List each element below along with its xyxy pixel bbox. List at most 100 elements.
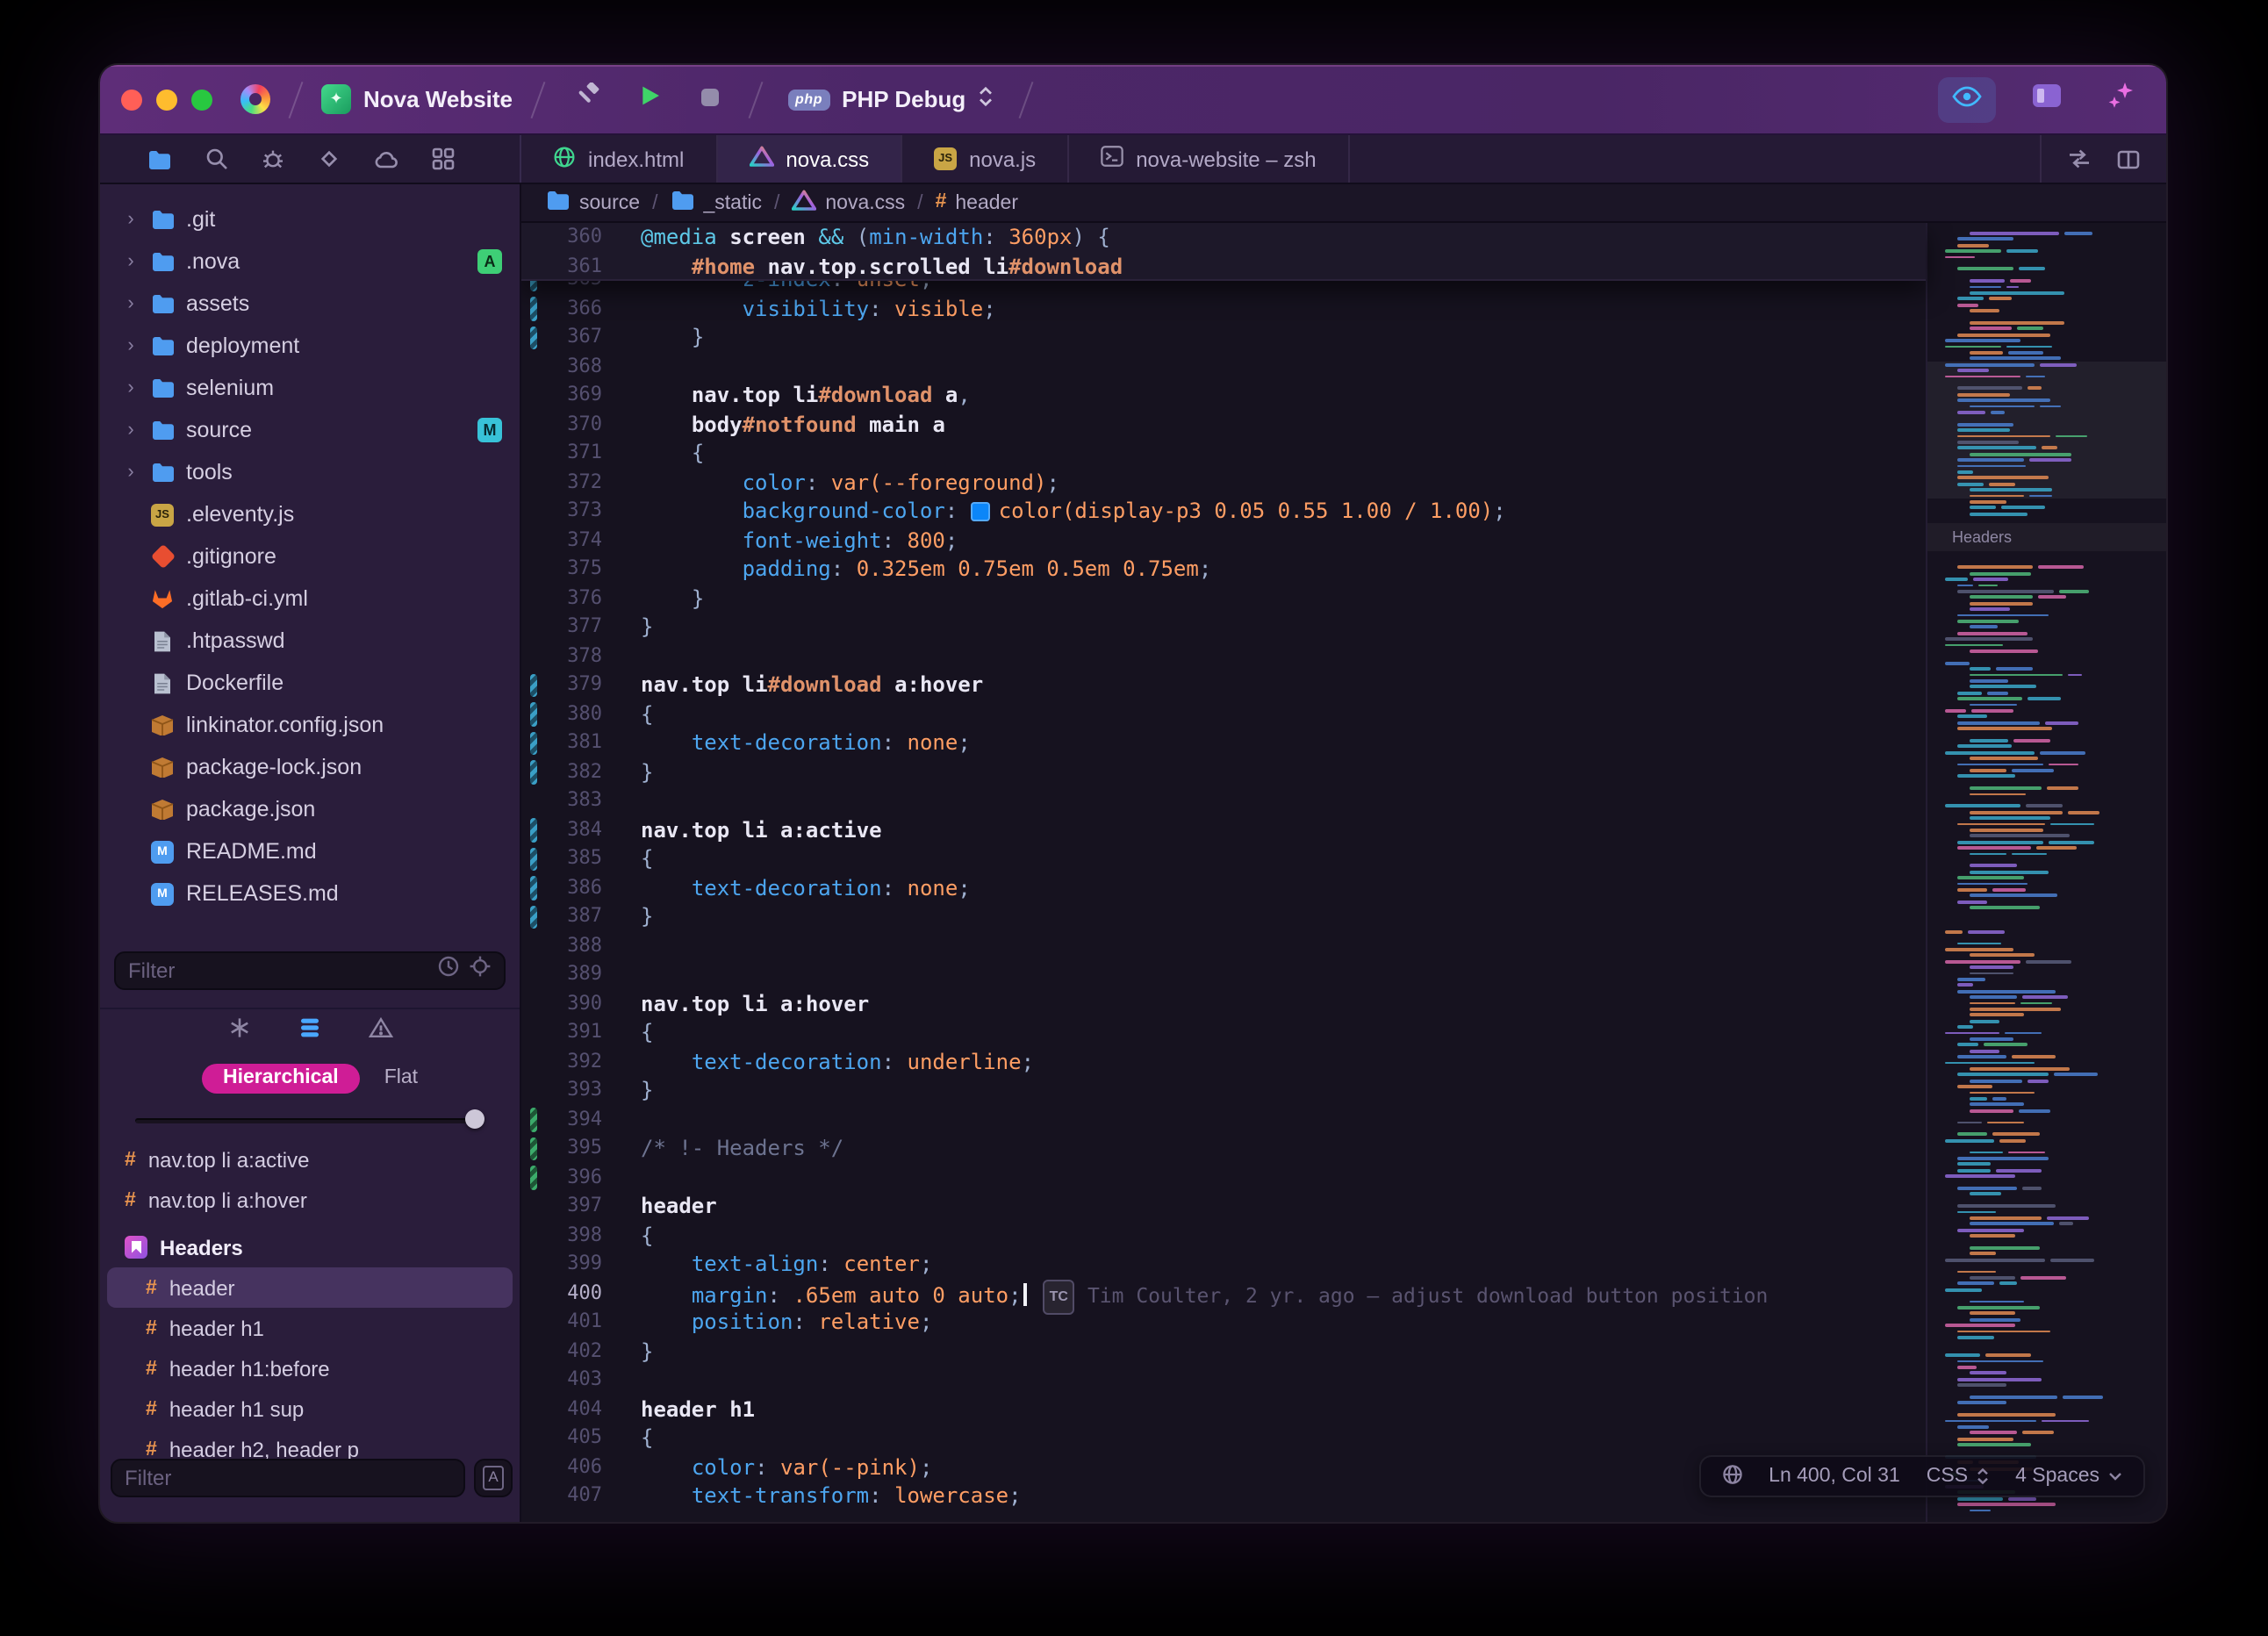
swap-arrows-icon[interactable] [2068, 147, 2091, 170]
file-tree-item[interactable]: › .nova A [100, 240, 520, 283]
file-tree-item[interactable]: › assets [100, 283, 520, 325]
symbol-item[interactable]: # header [107, 1267, 513, 1308]
symbol-item[interactable]: # nav.top li a:active [107, 1139, 513, 1180]
code-line[interactable]: 371 { [521, 439, 1926, 468]
breadcrumb-item[interactable]: nova.css [792, 190, 905, 216]
file-tree-item[interactable]: › .git [100, 198, 520, 240]
code-line[interactable]: 377} [521, 613, 1926, 642]
code-line[interactable]: 390 nav.top li a:hover [521, 989, 1926, 1018]
file-tree-item[interactable]: Dockerfile [100, 662, 520, 704]
file-tree-item[interactable]: JS .eleventy.js [100, 493, 520, 535]
indent-selector[interactable]: 4 Spaces [2015, 1466, 2122, 1487]
recent-clock-icon[interactable] [437, 955, 460, 987]
run-button[interactable] [628, 83, 672, 115]
symbol-item[interactable]: # header h1 sup [107, 1388, 513, 1429]
files-sidebar-icon[interactable] [147, 148, 172, 169]
code-line[interactable]: 388 [521, 931, 1926, 960]
file-tree-item[interactable]: package-lock.json [100, 746, 520, 788]
code-line[interactable]: 383 [521, 786, 1926, 815]
filter-options-button[interactable]: A [474, 1459, 513, 1497]
code-line[interactable]: 403 [521, 1366, 1926, 1395]
code-line[interactable]: 399 text-align: center; [521, 1250, 1926, 1279]
code-editor[interactable]: 365 z-index: unset;366 visibility: visib… [521, 223, 2166, 1522]
disclosure-chevron-icon[interactable]: › [123, 209, 139, 229]
disclosure-chevron-icon[interactable]: › [123, 420, 139, 440]
code-line[interactable]: 375 padding: 0.325em 0.75em 0.5em 0.75em… [521, 555, 1926, 584]
code-line[interactable]: 369 nav.top li#download a, [521, 381, 1926, 410]
code-line[interactable]: 376 } [521, 584, 1926, 613]
color-swatch[interactable] [970, 501, 990, 520]
code-line[interactable]: 384 nav.top li a:active [521, 815, 1926, 844]
symbol-item[interactable]: # header h1 [107, 1308, 513, 1348]
bug-icon[interactable] [262, 147, 284, 170]
run-config-selector[interactable]: php PHP Debug [781, 83, 1001, 115]
symbols-depth-slider[interactable] [135, 1101, 484, 1139]
code-line[interactable]: 387} [521, 902, 1926, 931]
code-line[interactable]: 382} [521, 757, 1926, 786]
file-tree-item[interactable]: .htpasswd [100, 620, 520, 662]
file-tree-item[interactable]: package.json [100, 788, 520, 830]
code-line[interactable]: 398 { [521, 1221, 1926, 1250]
symbols-stack-icon[interactable] [298, 1016, 320, 1048]
code-line[interactable]: 372 color: var(--foreground); [521, 468, 1926, 497]
clips-icon[interactable] [318, 147, 341, 170]
hierarchical-toggle[interactable]: Hierarchical [201, 1063, 360, 1093]
file-tree-item[interactable]: › deployment [100, 325, 520, 367]
code-line[interactable]: 381 text-decoration: none; [521, 728, 1926, 757]
zoom-button[interactable] [191, 89, 212, 110]
file-tree-item[interactable]: › source M [100, 409, 520, 451]
code-line[interactable]: 392 text-decoration: underline; [521, 1047, 1926, 1076]
symbol-item[interactable]: Headers [107, 1227, 513, 1267]
file-tree-item[interactable]: › tools [100, 451, 520, 493]
split-view-icon[interactable] [2117, 148, 2140, 169]
code-line[interactable]: 401 position: relative; [521, 1308, 1926, 1337]
file-tree-item[interactable]: M RELEASES.md [100, 872, 520, 915]
syntax-selector[interactable]: CSS [1927, 1466, 1989, 1487]
minimap[interactable]: Headers [1926, 223, 2166, 1522]
flat-toggle[interactable]: Flat [384, 1067, 418, 1088]
tab-nova-css[interactable]: nova.css [717, 135, 903, 183]
code-line[interactable]: 389 [521, 960, 1926, 989]
tree-filter-input[interactable] [128, 958, 428, 983]
code-line[interactable]: 395 /* !- Headers */ [521, 1134, 1926, 1163]
code-line[interactable]: 400 margin: .65em auto 0 auto; TC Tim Coul… [521, 1279, 1926, 1315]
extensions-button[interactable] [2098, 82, 2145, 117]
tab-nova-js[interactable]: JS nova.js [902, 135, 1070, 183]
network-globe-icon[interactable] [1721, 1463, 1742, 1489]
tab-index-html[interactable]: index.html [521, 135, 718, 183]
code-line[interactable]: 373 background-color: color(display-p3 0… [521, 497, 1926, 526]
disclosure-chevron-icon[interactable]: › [123, 462, 139, 482]
file-tree-item[interactable]: .gitlab-ci.yml [100, 578, 520, 620]
code-line[interactable]: 386 text-decoration: none; [521, 873, 1926, 902]
asterisk-icon[interactable] [227, 1016, 250, 1048]
code-line[interactable]: 405 { [521, 1424, 1926, 1453]
code-line[interactable]: 379 nav.top li#download a:hover [521, 671, 1926, 700]
disclosure-chevron-icon[interactable]: › [123, 335, 139, 355]
symbol-item[interactable]: # header h1:before [107, 1348, 513, 1388]
code-line[interactable]: 402} [521, 1337, 1926, 1366]
code-line[interactable]: 380 { [521, 700, 1926, 728]
code-line[interactable]: 374 font-weight: 800; [521, 526, 1926, 555]
close-button[interactable] [121, 89, 142, 110]
code-line[interactable]: 391 { [521, 1018, 1926, 1047]
code-line[interactable]: 385 { [521, 844, 1926, 873]
code-line[interactable]: 404 header h1 [521, 1395, 1926, 1424]
code-line[interactable]: 361 #home nav.top.scrolled li#download [521, 252, 1926, 281]
code-line[interactable]: 366 visibility: visible; [521, 294, 1926, 323]
symbol-item[interactable]: # nav.top li a:hover [107, 1180, 513, 1220]
preview-button[interactable] [1938, 76, 1996, 122]
breadcrumb-item[interactable]: source [546, 190, 640, 216]
file-tree-item[interactable]: M README.md [100, 830, 520, 872]
filter-scope-icon[interactable] [469, 955, 492, 987]
minimize-button[interactable] [156, 89, 177, 110]
disclosure-chevron-icon[interactable]: › [123, 293, 139, 313]
build-button[interactable] [563, 81, 611, 117]
disclosure-chevron-icon[interactable]: › [123, 251, 139, 271]
code-line[interactable]: 397 header [521, 1192, 1926, 1221]
slider-thumb[interactable] [465, 1109, 484, 1129]
grid-icon[interactable] [432, 147, 455, 170]
stop-button[interactable] [690, 83, 730, 115]
code-line[interactable]: 396 [521, 1163, 1926, 1192]
code-line[interactable]: 378 [521, 642, 1926, 671]
symbols-filter-input[interactable] [125, 1466, 451, 1490]
